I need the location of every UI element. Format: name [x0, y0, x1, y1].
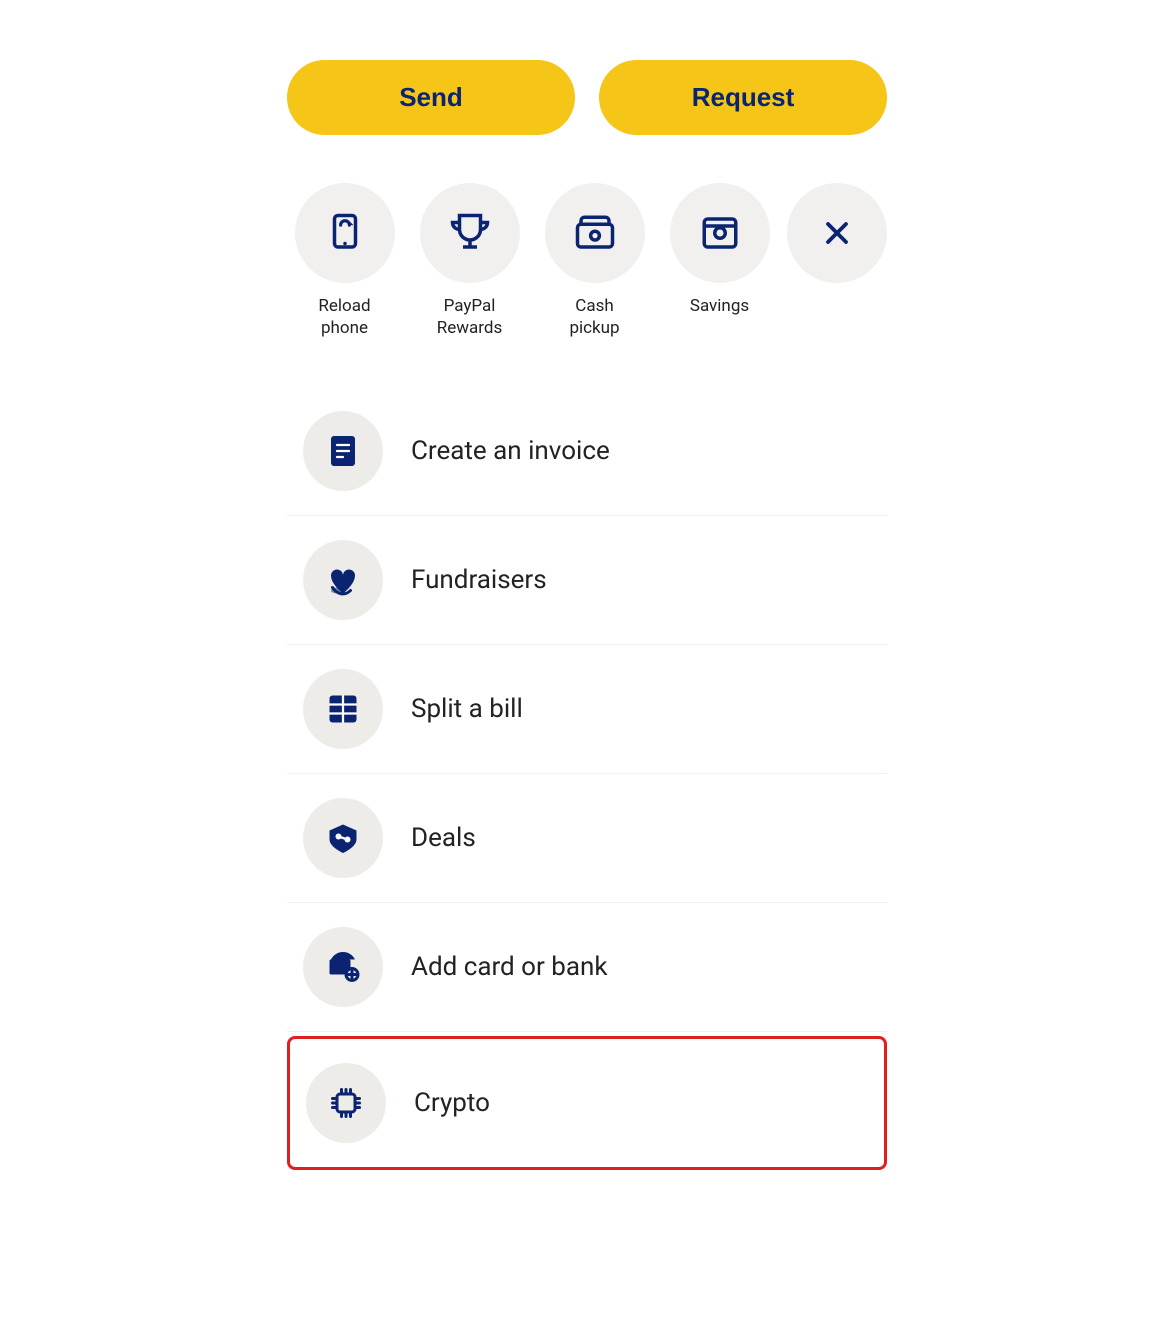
quick-actions-row: Reloadphone PayPalRewards	[287, 183, 887, 339]
split-bill-label: Split a bill	[411, 694, 523, 724]
paypal-rewards-icon-circle	[420, 183, 520, 283]
add-card-bank-icon	[325, 949, 361, 985]
fundraisers-icon-circle	[303, 540, 383, 620]
top-buttons-row: Send Request	[287, 60, 887, 135]
quick-action-cash-pickup[interactable]: Cashpickup	[537, 183, 652, 339]
trophy-icon	[449, 212, 491, 254]
savings-icon	[699, 212, 741, 254]
fundraisers-label: Fundraisers	[411, 565, 547, 595]
deals-icon	[325, 820, 361, 856]
quick-action-savings[interactable]: Savings	[662, 183, 777, 317]
request-button[interactable]: Request	[599, 60, 887, 135]
list-item-create-invoice[interactable]: Create an invoice	[287, 387, 887, 516]
close-button[interactable]	[787, 183, 887, 283]
crypto-icon	[328, 1085, 364, 1121]
reload-phone-icon	[324, 212, 366, 254]
reload-phone-label: Reloadphone	[318, 295, 370, 339]
reload-phone-icon-circle	[295, 183, 395, 283]
split-bill-icon-circle	[303, 669, 383, 749]
paypal-rewards-label: PayPalRewards	[437, 295, 502, 339]
list-item-deals[interactable]: Deals	[287, 774, 887, 903]
crypto-icon-circle	[306, 1063, 386, 1143]
send-button[interactable]: Send	[287, 60, 575, 135]
quick-action-reload-phone[interactable]: Reloadphone	[287, 183, 402, 339]
list-item-add-card-bank[interactable]: Add card or bank	[287, 903, 887, 1032]
cash-pickup-icon-circle	[545, 183, 645, 283]
crypto-label: Crypto	[414, 1088, 490, 1118]
deals-label: Deals	[411, 823, 476, 853]
cash-pickup-label: Cashpickup	[569, 295, 619, 339]
fundraisers-icon	[325, 562, 361, 598]
main-container: Send Request Reloadphone	[287, 60, 887, 1260]
create-invoice-label: Create an invoice	[411, 436, 610, 466]
add-card-bank-label: Add card or bank	[411, 952, 608, 982]
list-items-container: Create an invoice Fundraisers	[287, 387, 887, 1174]
quick-action-paypal-rewards[interactable]: PayPalRewards	[412, 183, 527, 339]
split-bill-icon	[325, 691, 361, 727]
add-card-bank-icon-circle	[303, 927, 383, 1007]
invoice-icon	[325, 433, 361, 469]
list-item-crypto[interactable]: Crypto	[287, 1036, 887, 1170]
savings-label: Savings	[690, 295, 749, 317]
list-item-split-bill[interactable]: Split a bill	[287, 645, 887, 774]
list-item-fundraisers[interactable]: Fundraisers	[287, 516, 887, 645]
savings-icon-circle	[670, 183, 770, 283]
create-invoice-icon-circle	[303, 411, 383, 491]
deals-icon-circle	[303, 798, 383, 878]
close-icon	[819, 215, 855, 251]
cash-pickup-icon	[574, 212, 616, 254]
